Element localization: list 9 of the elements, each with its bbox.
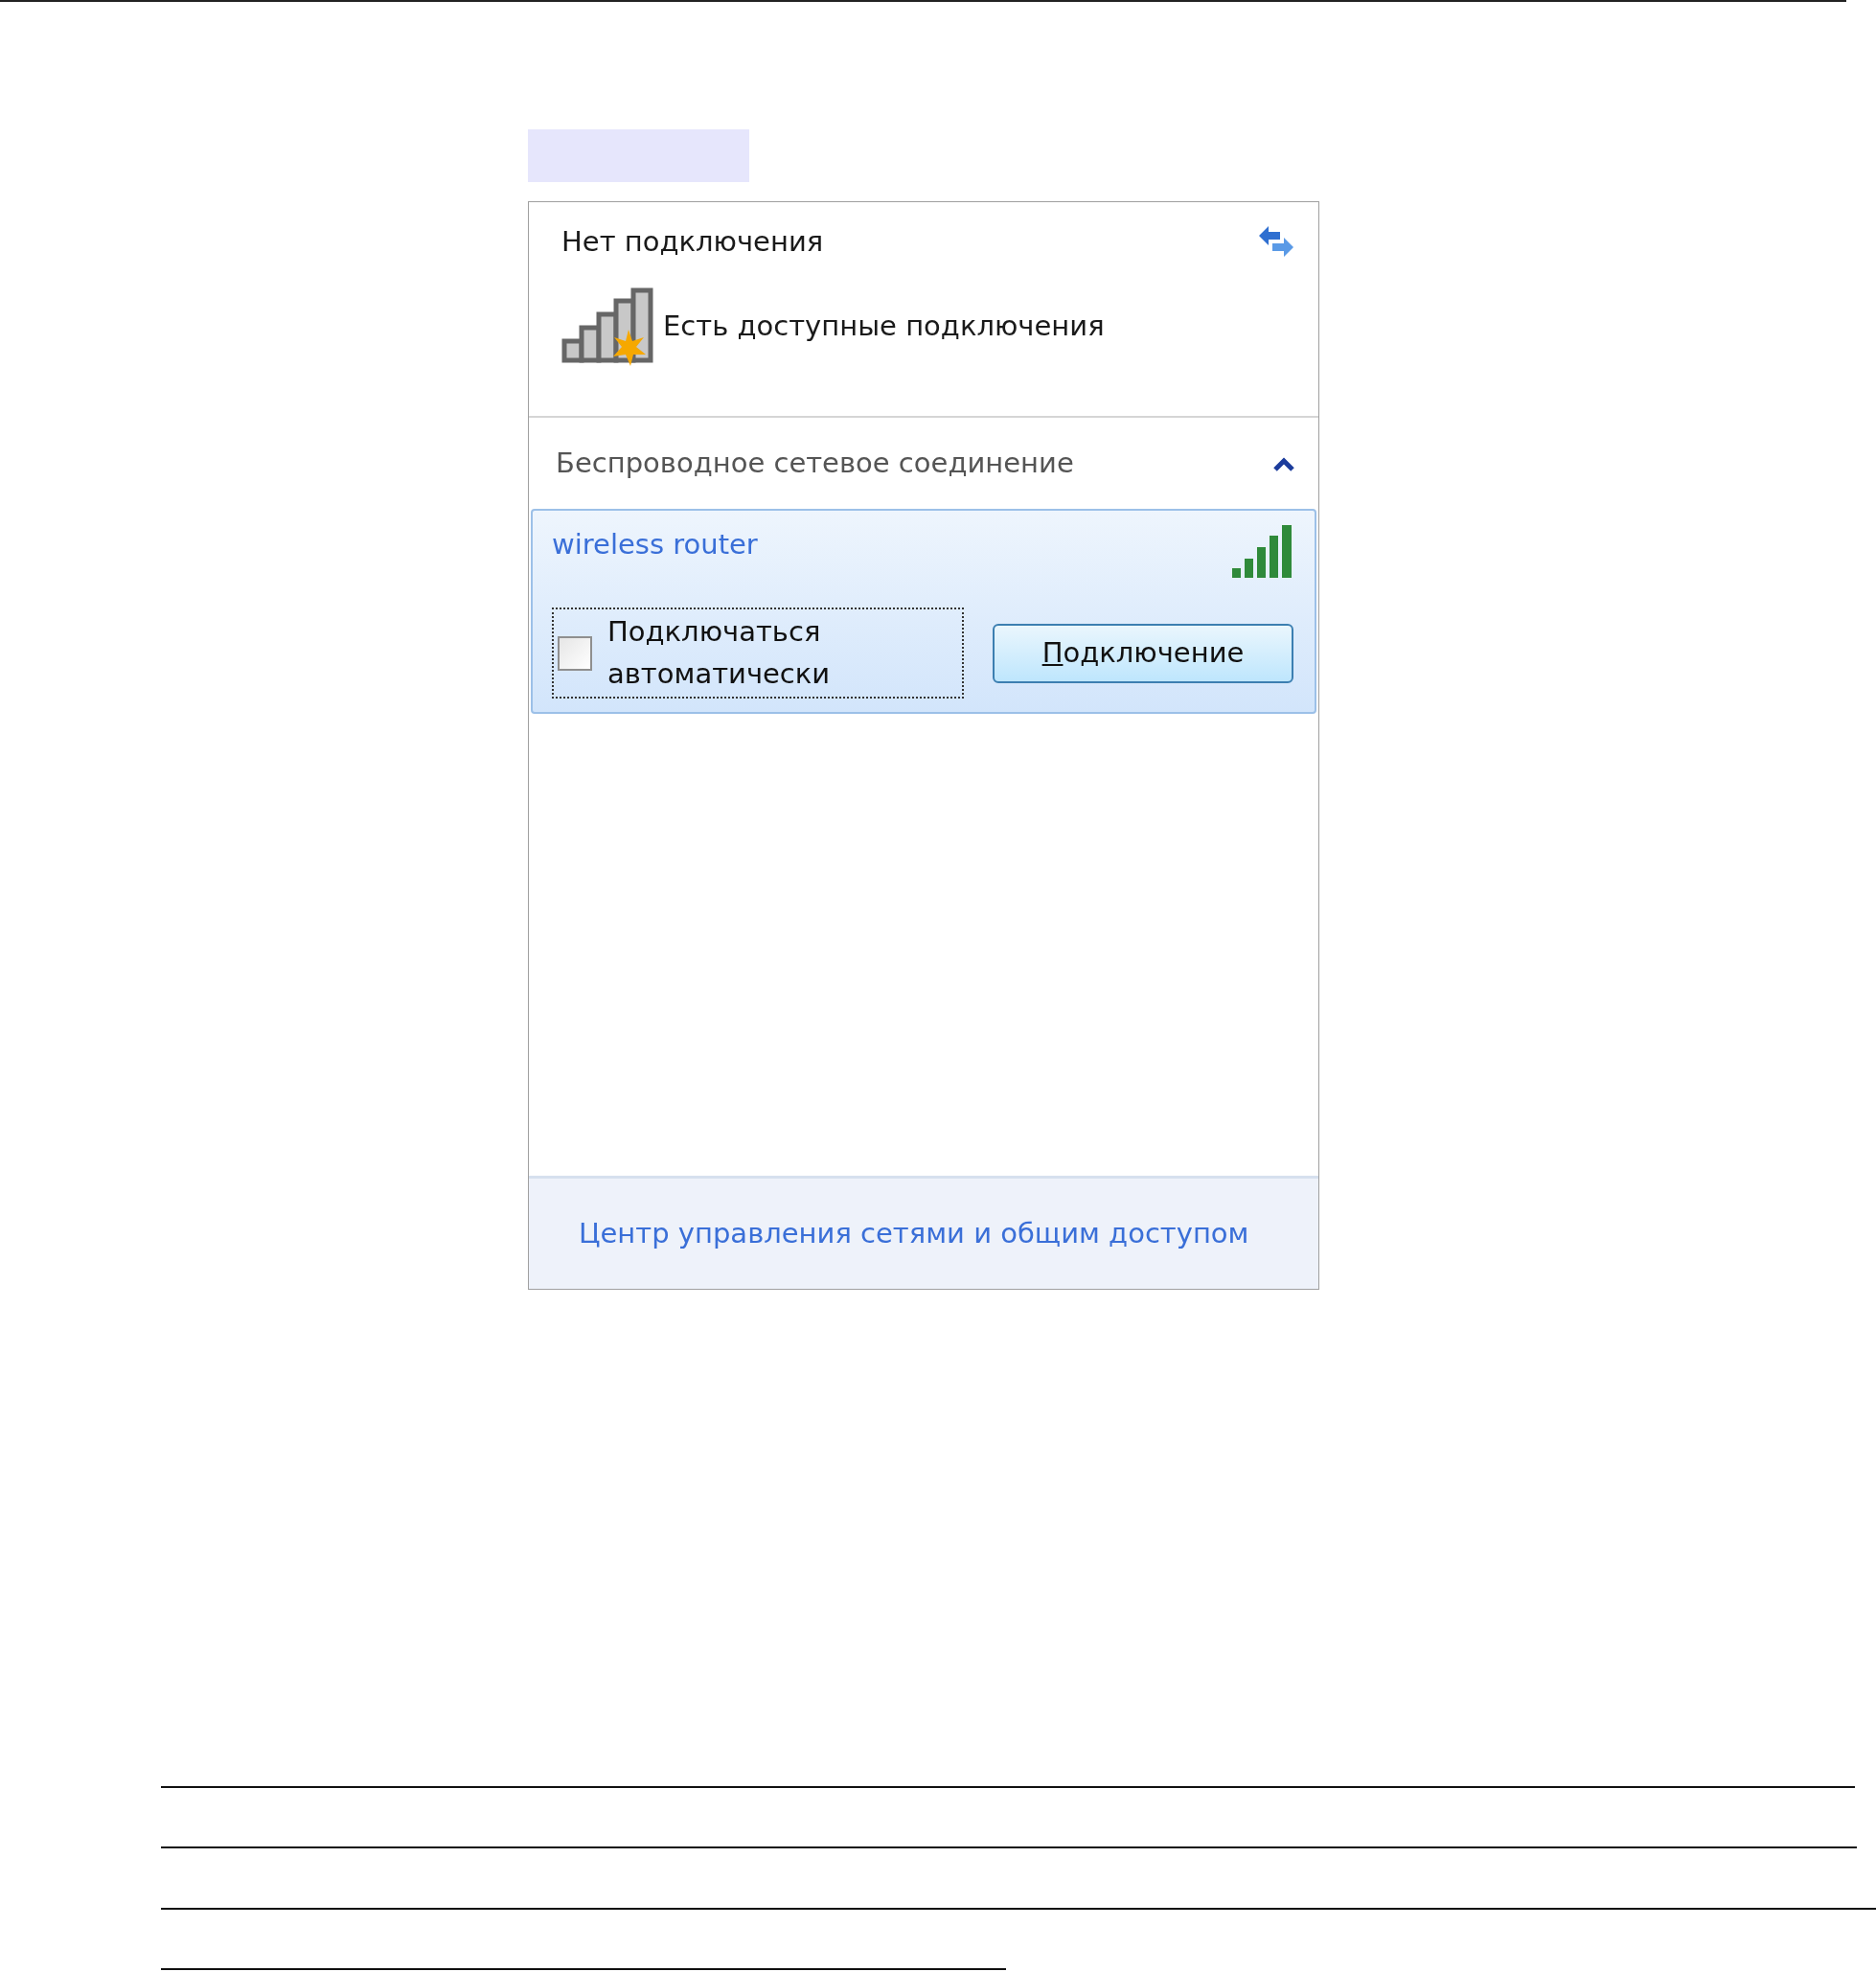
network-name: wireless router <box>552 527 758 562</box>
auto-connect-checkbox[interactable]: Подключаться автоматически <box>552 608 964 699</box>
network-item[interactable]: wireless router Подключаться автоматически Подключение <box>531 509 1316 714</box>
signal-star-icon <box>561 287 655 366</box>
signal-bars-icon <box>1230 524 1293 580</box>
connect-button[interactable]: Подключение <box>993 623 1293 683</box>
status-title: Нет подключения <box>561 224 824 260</box>
status-text: Есть доступные подключения <box>663 309 1105 345</box>
section-title: Беспроводное сетевое соединение <box>556 445 1074 481</box>
